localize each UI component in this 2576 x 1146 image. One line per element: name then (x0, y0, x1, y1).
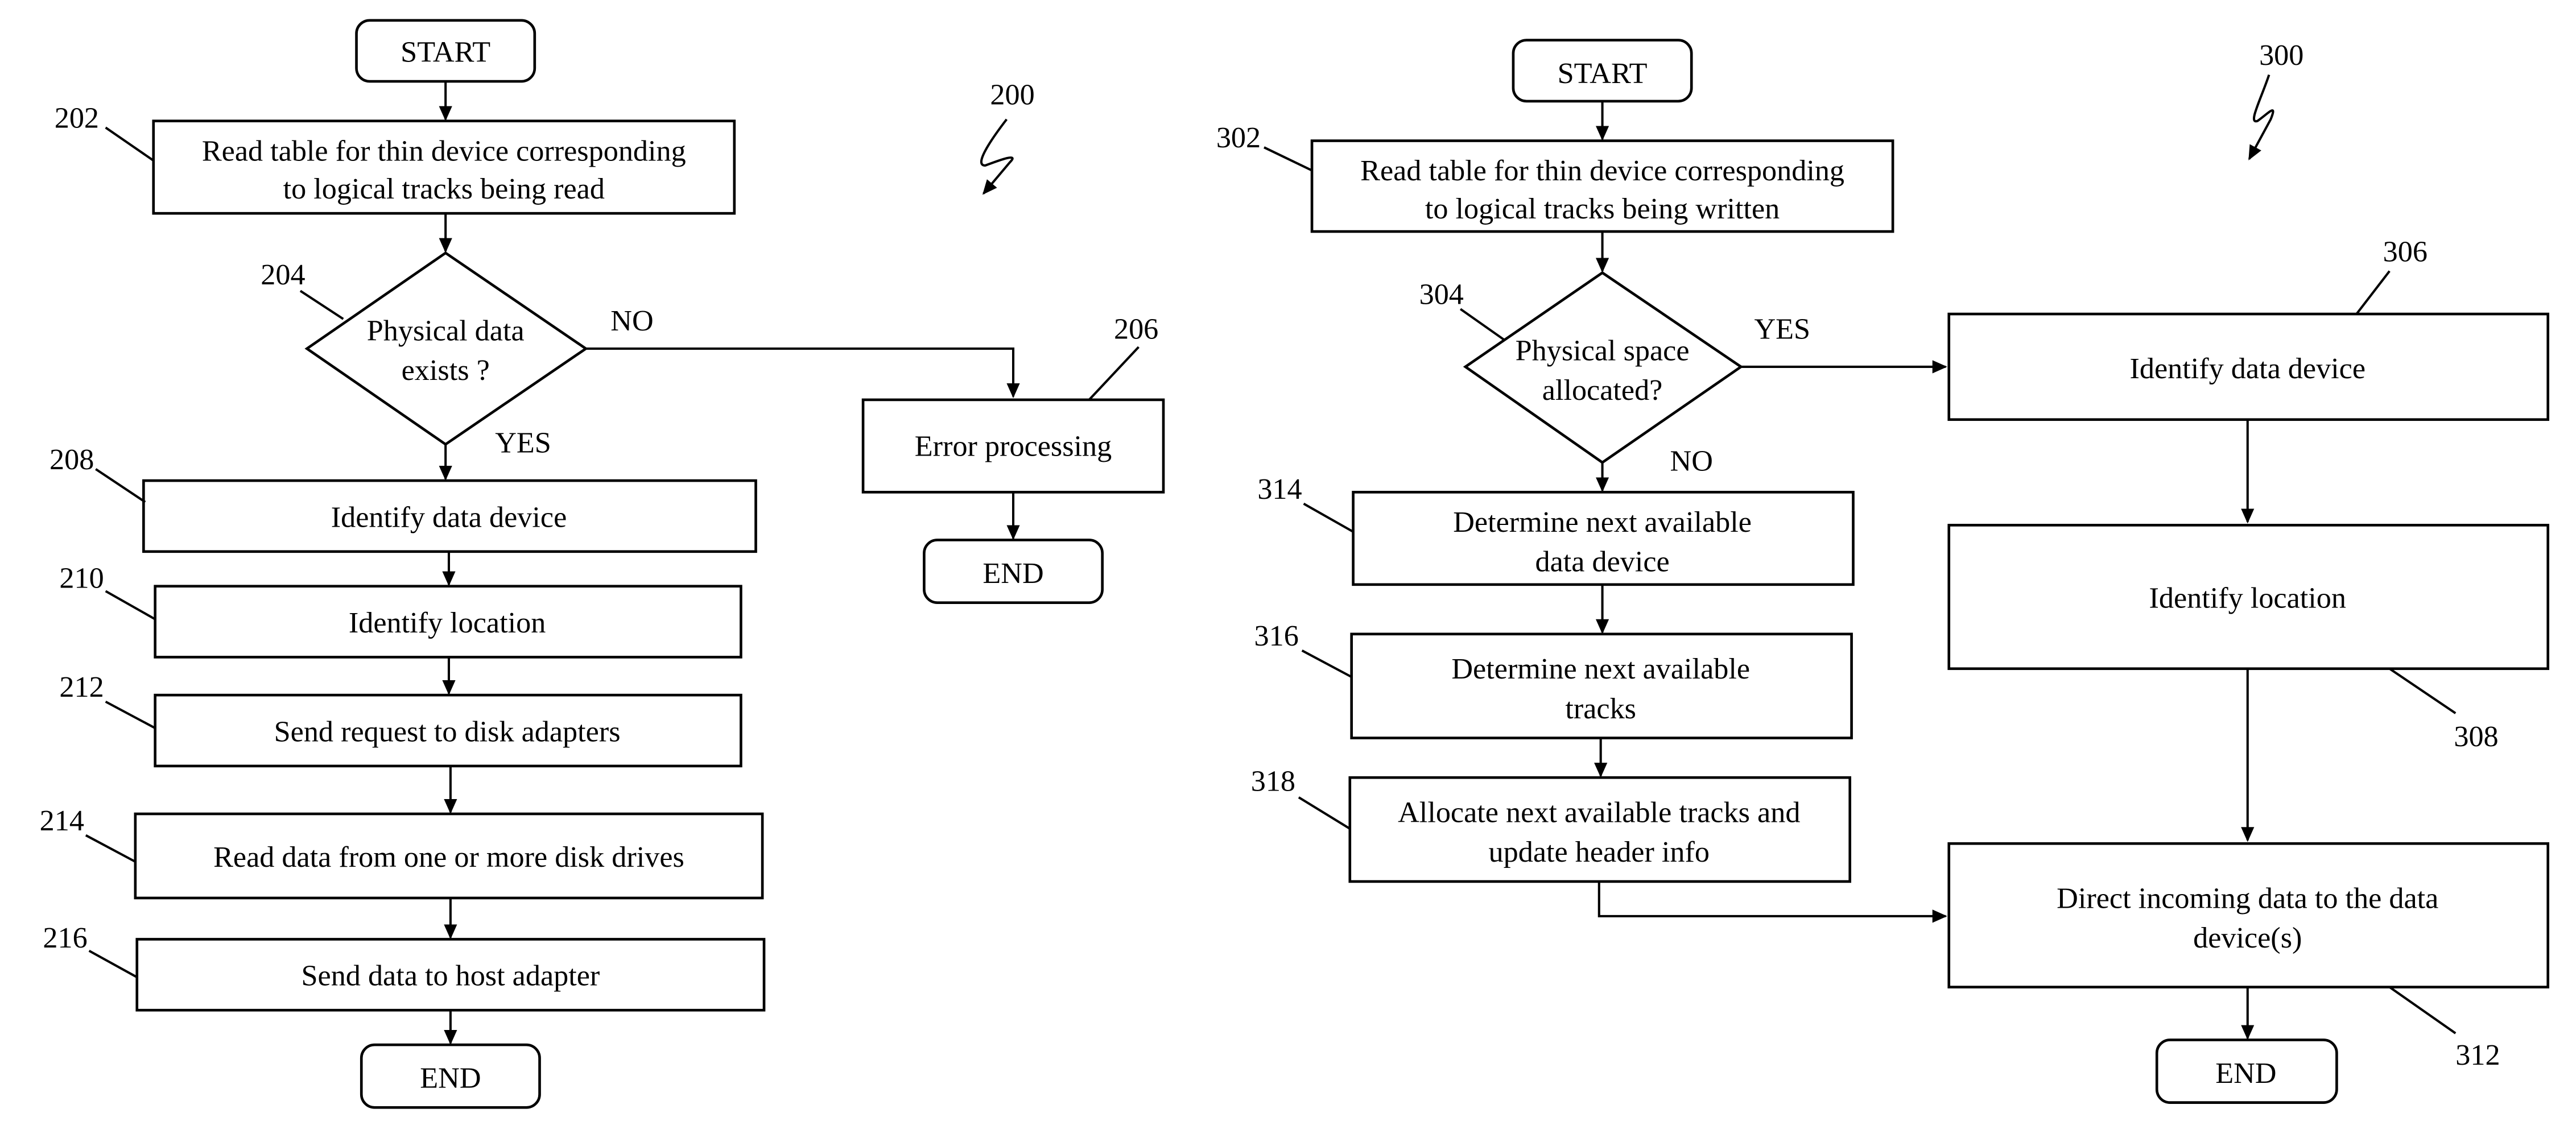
start-label: START (1558, 57, 1648, 90)
step-202-line1: Read table for thin device corresponding (202, 134, 686, 167)
leader-line (105, 126, 154, 162)
step-312-line2: device(s) (2193, 921, 2302, 954)
step-314-line2: data device (1535, 545, 1669, 578)
leader-line (1298, 796, 1351, 830)
decision-304-line2: allocated? (1542, 374, 1663, 407)
step-302-line1: Read table for thin device corresponding (1360, 154, 1844, 187)
leader-line (1264, 146, 1312, 172)
step-316-line2: tracks (1565, 692, 1636, 725)
leader-line (85, 834, 136, 863)
leader-line (2355, 270, 2391, 315)
ref-210: 210 (59, 562, 104, 595)
figure-300-squiggle-arrow (2248, 74, 2274, 160)
decision-204-line2: exists ? (402, 354, 490, 387)
step-214-label: Read data from one or more disk drives (213, 841, 684, 874)
branch-no-label: NO (1670, 445, 1713, 478)
ref-214: 214 (40, 804, 84, 837)
figure-ref-200: 200 (990, 78, 1034, 111)
ref-314: 314 (1257, 473, 1302, 506)
step-318-line2: update header info (1489, 835, 1710, 868)
leader-line (1088, 346, 1140, 401)
leader-line (1303, 502, 1354, 533)
step-318-line1: Allocate next available tracks and (1398, 796, 1800, 829)
figure-200: 200 START Read table for thin device cor… (40, 19, 1165, 1109)
step-302-line2: to logical tracks being written (1425, 192, 1780, 225)
figure-ref-300: 300 (2259, 39, 2303, 72)
leader-line (95, 468, 146, 503)
ref-202: 202 (55, 101, 99, 134)
decision-204 (304, 251, 588, 446)
end-label: END (2215, 1057, 2276, 1090)
ref-302: 302 (1216, 121, 1261, 154)
flowcharts: 200 START Read table for thin device cor… (40, 19, 2550, 1109)
figure-200-squiggle-arrow (980, 118, 1014, 195)
end-label: END (420, 1062, 481, 1095)
leader-line (105, 590, 156, 620)
ref-316: 316 (1254, 619, 1299, 652)
step-316-line1: Determine next available (1451, 652, 1750, 685)
end-label-206: END (982, 557, 1043, 590)
ref-308: 308 (2454, 720, 2498, 753)
ref-208: 208 (49, 443, 94, 476)
branch-yes-label: YES (1754, 313, 1810, 346)
arrow (1597, 881, 1947, 923)
step-212-label: Send request to disk adapters (274, 715, 621, 748)
ref-312: 312 (2455, 1039, 2500, 1071)
step-216-label: Send data to host adapter (301, 959, 600, 992)
ref-206: 206 (1114, 313, 1158, 346)
branch-no-label: NO (610, 304, 653, 337)
leader-line (2389, 668, 2457, 714)
step-308-label: Identify location (2149, 581, 2346, 614)
step-202-line2: to logical tracks being read (283, 172, 605, 205)
decision-304 (1463, 271, 1744, 464)
step-210-label: Identify location (349, 606, 546, 639)
branch-yes-label: YES (495, 427, 551, 460)
ref-204: 204 (261, 258, 305, 291)
arrow-no (585, 347, 1020, 399)
leader-line (88, 949, 138, 978)
leader-line (2389, 986, 2457, 1035)
leader-line (299, 289, 344, 320)
step-306-label: Identify data device (2130, 352, 2366, 385)
start-label: START (401, 35, 490, 68)
decision-204-line1: Physical data (367, 315, 525, 347)
decision-304-line1: Physical space (1516, 334, 1690, 367)
leader-line (105, 700, 156, 729)
step-314-line1: Determine next available (1453, 506, 1752, 539)
ref-216: 216 (43, 921, 87, 954)
step-206-label: Error processing (915, 430, 1112, 463)
step-312-line1: Direct incoming data to the data (2057, 882, 2438, 915)
leader-line (1301, 649, 1352, 679)
step-312 (1947, 842, 2550, 988)
ref-212: 212 (59, 671, 104, 704)
leader-line (1459, 308, 1506, 342)
step-208-label: Identify data device (331, 500, 567, 533)
figure-300: 300 START Read table for thin device cor… (1216, 39, 2550, 1104)
ref-304: 304 (1419, 278, 1464, 311)
ref-306: 306 (2383, 235, 2428, 268)
ref-318: 318 (1251, 764, 1295, 797)
